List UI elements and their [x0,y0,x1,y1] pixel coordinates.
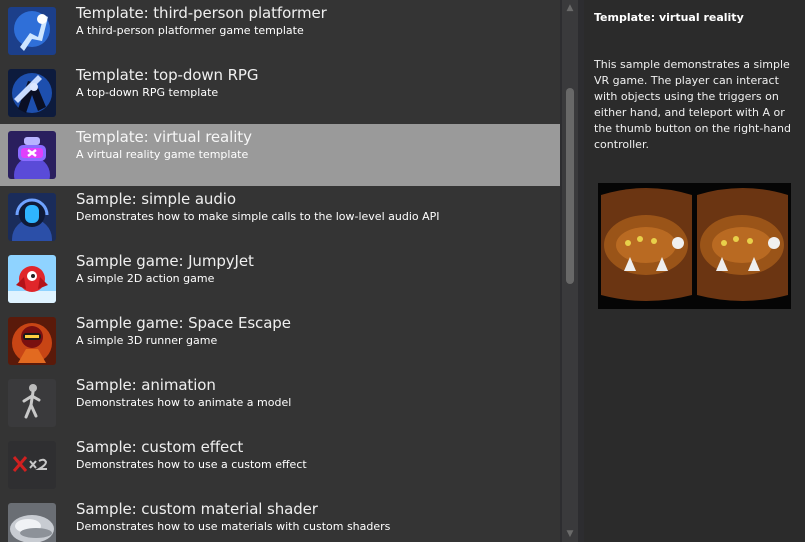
material-shader-thumbnail-icon [8,503,56,542]
rpg-thumbnail-icon [8,69,56,117]
list-item[interactable]: Sample: custom effect Demonstrates how t… [0,434,560,496]
details-panel: Template: virtual reality This sample de… [584,0,805,542]
animation-thumbnail-icon [8,379,56,427]
item-description: Demonstrates how to use materials with c… [76,520,391,533]
item-description: A top-down RPG template [76,86,219,99]
jumpyjet-thumbnail-icon [8,255,56,303]
item-title: Sample: simple audio [76,190,236,208]
vr-stereo-preview-image [598,183,791,309]
item-description: Demonstrates how to animate a model [76,396,292,409]
audio-thumbnail-icon [8,193,56,241]
platformer-thumbnail-icon [8,7,56,55]
item-description: A virtual reality game template [76,148,249,161]
scroll-down-icon[interactable]: ▼ [562,526,578,542]
list-item[interactable]: Sample: animation Demonstrates how to an… [0,372,560,434]
item-title: Sample game: JumpyJet [76,252,254,270]
scrollbar-thumb[interactable] [566,88,574,284]
list-scrollbar[interactable]: ▲ ▼ [562,0,578,542]
custom-effect-thumbnail-icon [8,441,56,489]
item-description: A simple 2D action game [76,272,215,285]
list-item[interactable]: Template: top-down RPG A top-down RPG te… [0,62,560,124]
details-title: Template: virtual reality [594,11,744,24]
item-title: Template: virtual reality [76,128,252,146]
item-description: A simple 3D runner game [76,334,218,347]
list-item-selected[interactable]: Template: virtual reality A virtual real… [0,124,560,186]
item-title: Sample game: Space Escape [76,314,291,332]
item-title: Sample: custom effect [76,438,244,456]
space-escape-thumbnail-icon [8,317,56,365]
list-item[interactable]: Sample game: JumpyJet A simple 2D action… [0,248,560,310]
item-title: Template: third-person platformer [76,4,327,22]
list-item[interactable]: Template: third-person platformer A thir… [0,0,560,62]
item-description: Demonstrates how to use a custom effect [76,458,307,471]
item-description: Demonstrates how to make simple calls to… [76,210,440,223]
scroll-up-icon[interactable]: ▲ [562,0,578,16]
list-item[interactable]: Sample: custom material shader Demonstra… [0,496,560,542]
item-title: Template: top-down RPG [76,66,259,84]
sample-list: Template: third-person platformer A thir… [0,0,560,542]
item-title: Sample: custom material shader [76,500,318,518]
item-description: A third-person platformer game template [76,24,304,37]
list-item[interactable]: Sample game: Space Escape A simple 3D ru… [0,310,560,372]
item-title: Sample: animation [76,376,216,394]
vr-thumbnail-icon [8,131,56,179]
list-item[interactable]: Sample: simple audio Demonstrates how to… [0,186,560,248]
details-description: This sample demonstrates a simple VR gam… [594,58,792,151]
